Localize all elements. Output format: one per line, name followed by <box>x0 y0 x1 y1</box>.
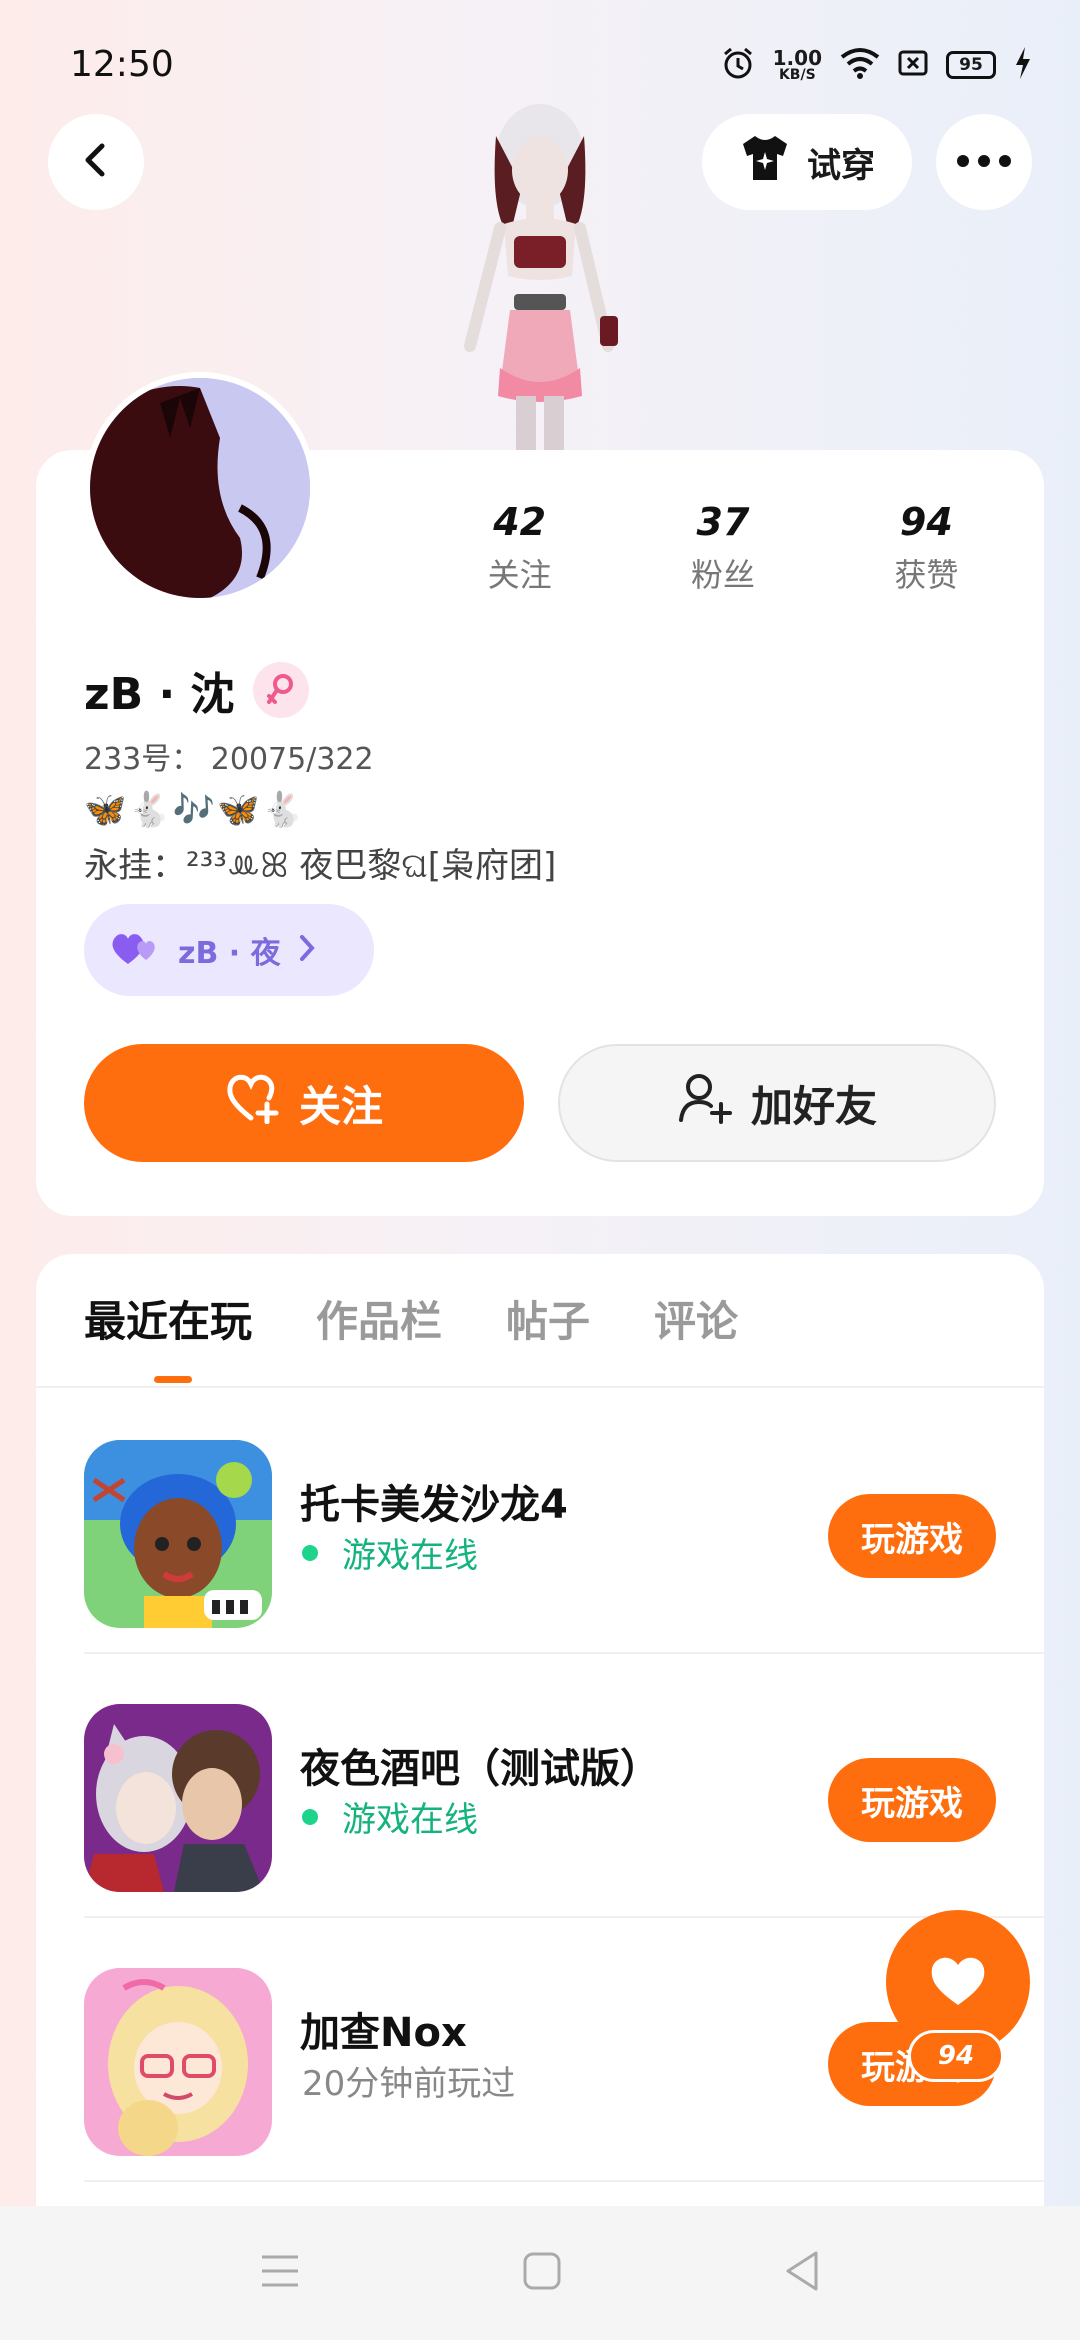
heart-pair-icon <box>110 930 162 970</box>
game-status-text: 20分钟前玩过 <box>302 2064 516 2104</box>
tab-recently-played[interactable]: 最近在玩 <box>84 1288 252 1349</box>
stat-label: 关注 <box>487 556 552 594</box>
speed-value: 1.00 <box>772 46 822 70</box>
game-icon-night-bar <box>84 1704 272 1892</box>
game-status: 游戏在线 <box>302 1528 478 1577</box>
home-icon[interactable] <box>522 2251 562 2295</box>
battery-icon: 95 <box>946 51 996 79</box>
stat-label: 获赞 <box>894 556 959 594</box>
content-tabs: 最近在玩 作品栏 帖子 评论 <box>84 1288 738 1349</box>
back-button[interactable] <box>48 114 144 210</box>
alarm-icon <box>721 46 755 84</box>
username-row: zB · 沈 <box>84 658 309 722</box>
shirt-icon <box>739 134 791 191</box>
online-dot-icon <box>302 1544 318 1561</box>
game-icon-gacha-nox <box>84 1968 272 2156</box>
game-icon-toca <box>84 1440 272 1628</box>
female-icon <box>252 662 309 718</box>
menu-icon[interactable] <box>258 2253 302 2293</box>
like-count: 94 <box>908 2030 1004 2082</box>
network-speed: 1.00 KB/S <box>773 48 822 82</box>
add-friend-button[interactable]: 加好友 <box>558 1044 996 1162</box>
tab-comments[interactable]: 评论 <box>654 1288 738 1349</box>
status-time: 12:50 <box>70 44 174 85</box>
try-on-button[interactable]: 试穿 <box>702 114 912 210</box>
play-game-button[interactable]: 玩游戏 <box>828 1494 996 1578</box>
user-id: 233号： 20075/322 <box>84 742 374 777</box>
bio-emoji: 🦋🐇🎶🦋🐇 <box>84 790 306 830</box>
tab-works[interactable]: 作品栏 <box>316 1288 442 1349</box>
stats-row: 42 关注 37 粉丝 94 获赞 <box>418 500 1028 596</box>
username: zB · 沈 <box>84 669 235 720</box>
row-divider <box>84 2180 1044 2182</box>
game-title: 托卡美发沙龙4 <box>300 1482 568 1528</box>
follow-label: 关注 <box>298 1081 383 1131</box>
bio-text: 永挂：²³³ꔛꕤ 夜巴黎ଘ[枭府团] <box>84 846 557 886</box>
back-triangle-icon[interactable] <box>782 2249 822 2297</box>
try-on-label: 试穿 <box>807 145 875 186</box>
heart-plus-icon <box>225 1072 281 1134</box>
partner-tag[interactable]: zB · 夜 <box>84 904 374 996</box>
follow-button[interactable]: 关注 <box>84 1044 524 1162</box>
avatar[interactable] <box>84 372 316 604</box>
stat-likes[interactable]: 94 获赞 <box>825 500 1028 596</box>
game-row[interactable]: 托卡美发沙龙4 游戏在线 玩游戏 <box>84 1390 1044 1654</box>
more-options-button[interactable] <box>936 114 1032 210</box>
charging-icon <box>1014 47 1032 83</box>
game-status: 20分钟前玩过 <box>302 2056 515 2105</box>
stat-following[interactable]: 42 关注 <box>418 500 621 596</box>
stat-number: 37 <box>696 500 750 544</box>
tabs-divider <box>36 1386 1044 1388</box>
game-status-text: 游戏在线 <box>342 1536 478 1576</box>
add-friend-label: 加好友 <box>750 1081 877 1131</box>
partner-name: zB · 夜 <box>178 936 281 971</box>
more-dots-icon <box>956 153 1012 172</box>
game-status-text: 游戏在线 <box>342 1800 478 1840</box>
character-figure[interactable] <box>430 96 650 450</box>
speed-unit: KB/S <box>778 67 816 83</box>
chevron-left-icon <box>76 140 116 184</box>
active-tab-indicator <box>154 1376 192 1383</box>
wifi-icon <box>840 47 880 83</box>
stat-number: 94 <box>899 500 953 544</box>
chevron-right-icon <box>297 933 317 967</box>
add-user-icon <box>677 1072 733 1134</box>
sim-off-icon <box>898 50 928 80</box>
system-nav-bar <box>0 2206 1080 2340</box>
tab-posts[interactable]: 帖子 <box>506 1288 590 1349</box>
status-icons: 1.00 KB/S 95 <box>721 46 1032 84</box>
game-title: 加查Nox <box>300 2010 467 2056</box>
game-title: 夜色酒吧（测试版） <box>300 1746 660 1792</box>
game-status: 游戏在线 <box>302 1792 478 1841</box>
stat-followers[interactable]: 37 粉丝 <box>621 500 824 596</box>
stat-label: 粉丝 <box>690 556 755 594</box>
heart-icon <box>928 1953 988 2011</box>
online-dot-icon <box>302 1808 318 1825</box>
game-row[interactable]: 夜色酒吧（测试版） 游戏在线 玩游戏 <box>84 1654 1044 1918</box>
stat-number: 42 <box>493 500 547 544</box>
avatar-image <box>90 378 310 598</box>
play-game-button[interactable]: 玩游戏 <box>828 1758 996 1842</box>
